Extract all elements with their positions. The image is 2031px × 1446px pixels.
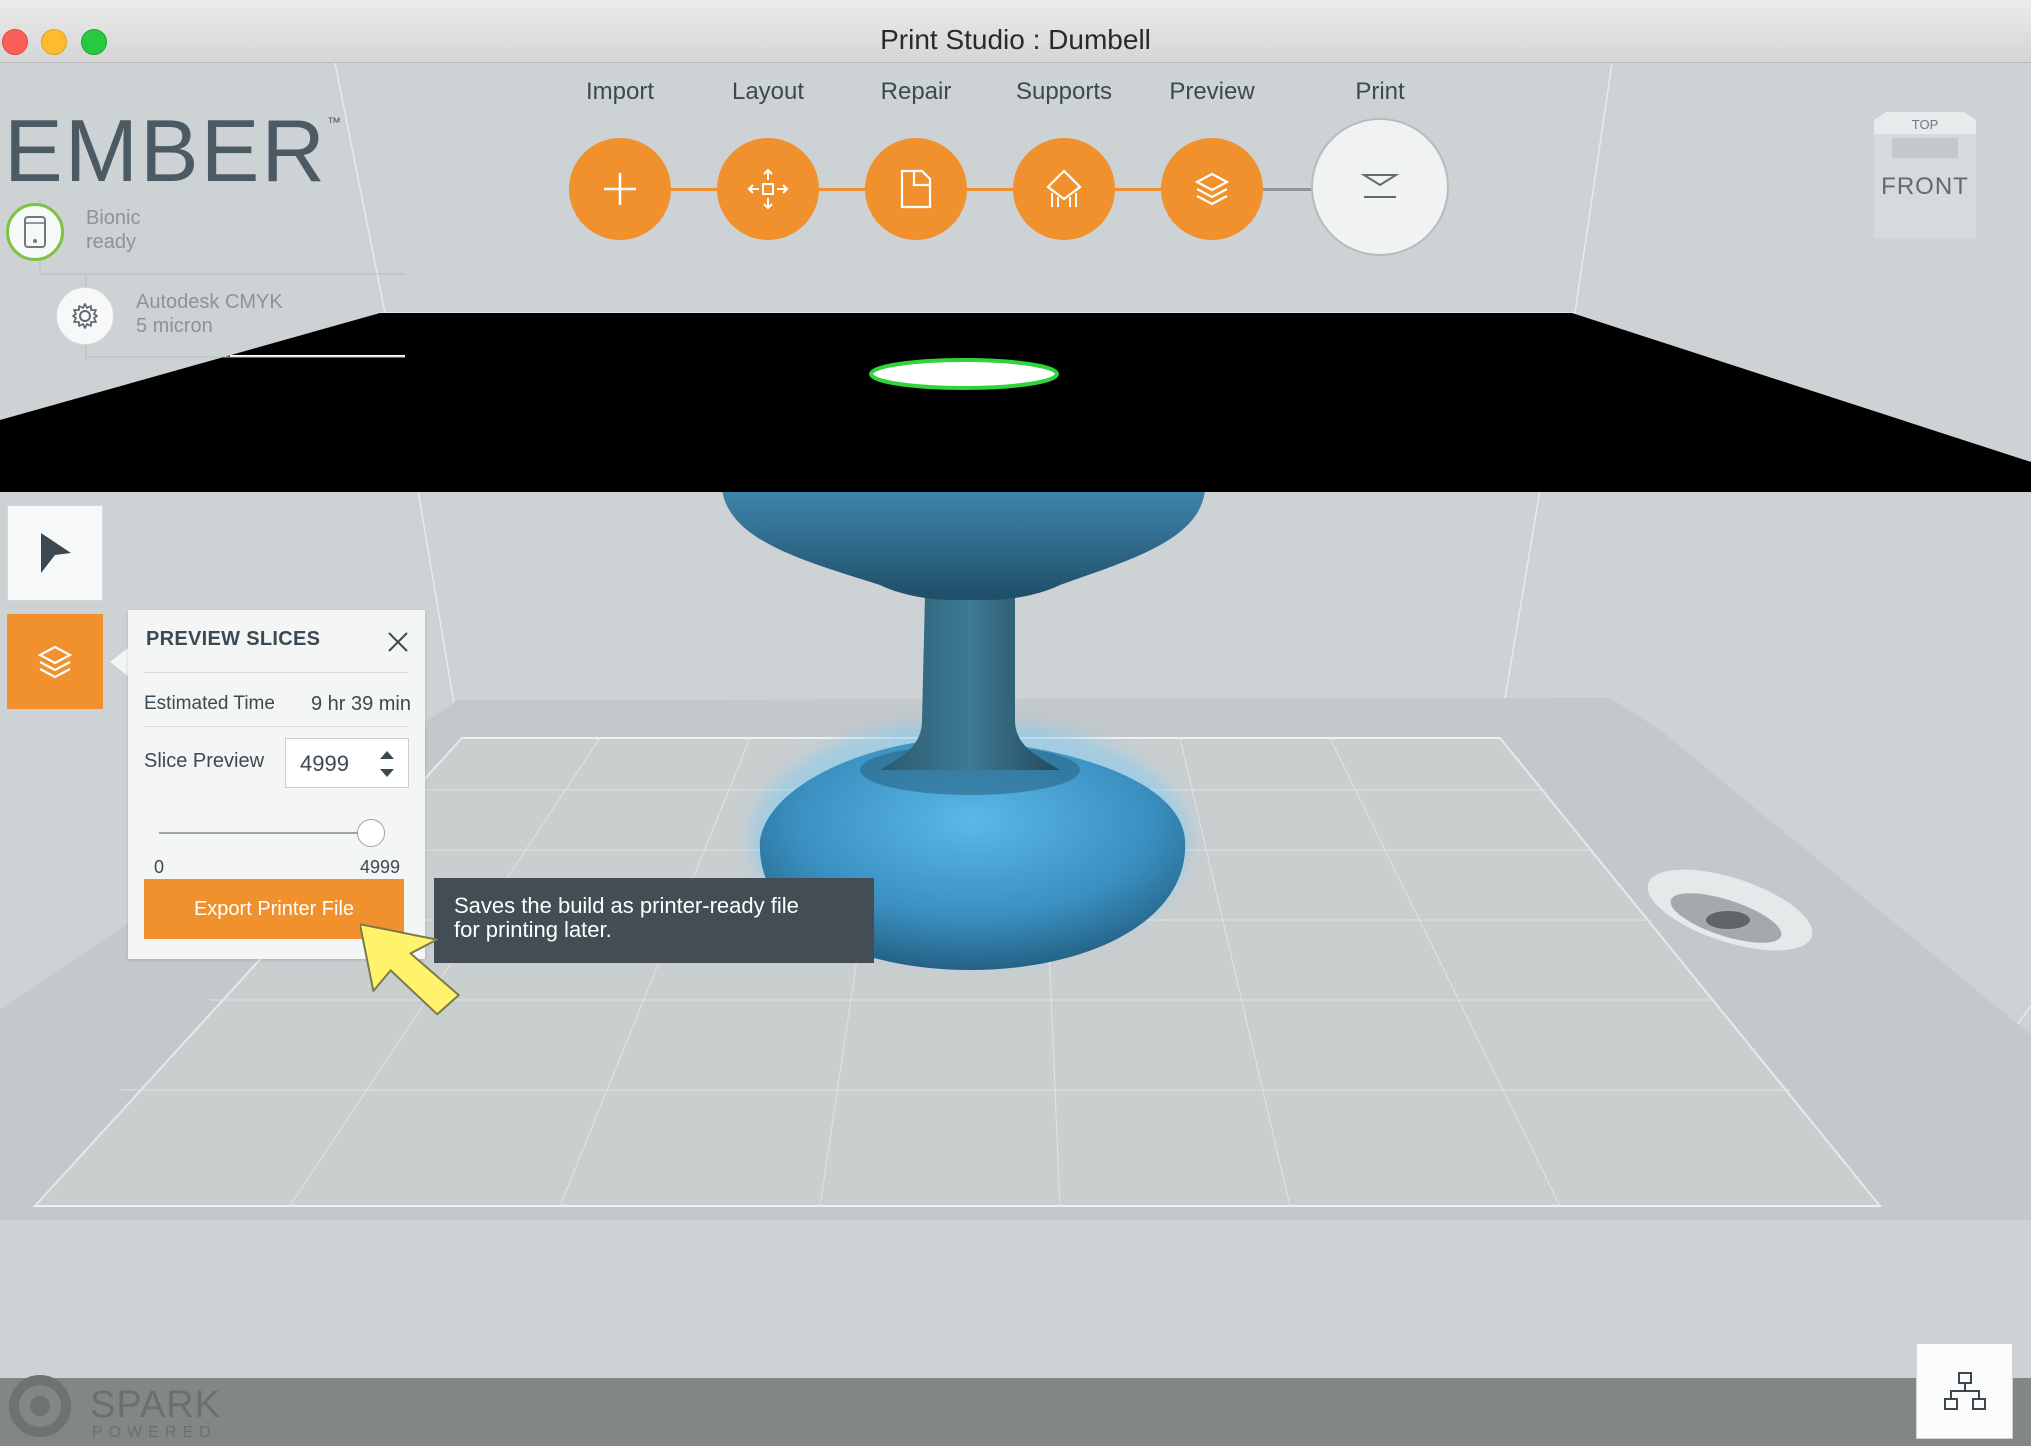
spark-logo: SPARK POWERED <box>8 1368 220 1443</box>
estimated-time-value: 9 hr 39 min <box>310 693 411 715</box>
close-icon[interactable] <box>384 628 412 656</box>
step-label-layout: Layout <box>731 78 805 105</box>
slider-thumb[interactable] <box>357 819 385 847</box>
slider-min-label: 0 <box>154 857 165 877</box>
preview-slices-tool-button[interactable] <box>7 614 103 709</box>
slice-slider[interactable] <box>159 819 385 849</box>
spark-text: SPARK <box>90 1384 222 1426</box>
slice-preview-stepper[interactable]: 4999 <box>285 738 409 788</box>
network-icon <box>1943 1372 1986 1410</box>
step-repair-button[interactable] <box>865 138 967 240</box>
step-label-print: Print <box>1355 78 1405 105</box>
footer-bar <box>0 1378 2031 1446</box>
view-cube[interactable]: TOP FRONT <box>1872 112 1978 238</box>
view-cube-top-label: TOP <box>1912 117 1939 132</box>
preview-slices-panel: PREVIEW SLICES Estimated Time 9 hr 39 mi… <box>128 610 425 959</box>
slice-preview-value: 4999 <box>300 751 349 776</box>
export-tooltip: Saves the build as printer-ready file fo… <box>434 878 874 963</box>
view-cube-front-label: FRONT <box>1881 173 1969 200</box>
plus-icon <box>604 173 636 205</box>
network-button[interactable] <box>1916 1343 2013 1439</box>
tooltip-line-1: Saves the build as printer-ready file <box>454 893 799 918</box>
model-top <box>722 490 1205 600</box>
supports-icon <box>1046 169 1082 207</box>
panel-title: PREVIEW SLICES <box>146 628 321 650</box>
step-preview-button[interactable] <box>1161 138 1263 240</box>
slice-outline <box>869 358 1059 390</box>
step-import-button[interactable] <box>569 138 671 240</box>
powered-text: POWERED <box>92 1424 217 1441</box>
material-name: Autodesk CMYK <box>136 291 283 313</box>
step-label-repair: Repair <box>880 78 952 105</box>
material-settings-button[interactable] <box>56 287 114 345</box>
estimated-time-label: Estimated Time <box>144 693 275 714</box>
slider-track <box>159 832 371 834</box>
slice-preview-label: Slice Preview <box>144 750 265 772</box>
step-layout-button[interactable] <box>717 138 819 240</box>
panel-pointer <box>110 648 128 676</box>
pointer-arrow-icon <box>41 533 71 573</box>
slider-max-label: 4999 <box>359 857 400 877</box>
step-label-import: Import <box>585 78 654 105</box>
gear-icon <box>72 303 98 329</box>
mouse-cursor-icon <box>360 923 460 1016</box>
move-arrows-icon <box>747 168 789 210</box>
tooltip-line-2: for printing later. <box>454 917 612 942</box>
step-label-supports: Supports <box>1015 78 1113 105</box>
repair-page-icon <box>900 169 932 209</box>
stepper-arrows-icon[interactable] <box>376 747 398 781</box>
layers-icon <box>37 645 73 678</box>
material-layer: 5 micron <box>136 315 213 337</box>
layers-icon <box>1194 172 1230 206</box>
select-tool-button[interactable] <box>7 505 103 601</box>
spark-swirl-icon <box>9 1375 71 1437</box>
step-supports-button[interactable] <box>1013 138 1115 240</box>
step-label-preview: Preview <box>1169 78 1255 105</box>
print-tray-icon <box>1360 174 1400 198</box>
workflow-bar: Import Layout Repair Supports Preview Pr… <box>0 0 2031 270</box>
step-print-button[interactable] <box>1311 118 1449 256</box>
